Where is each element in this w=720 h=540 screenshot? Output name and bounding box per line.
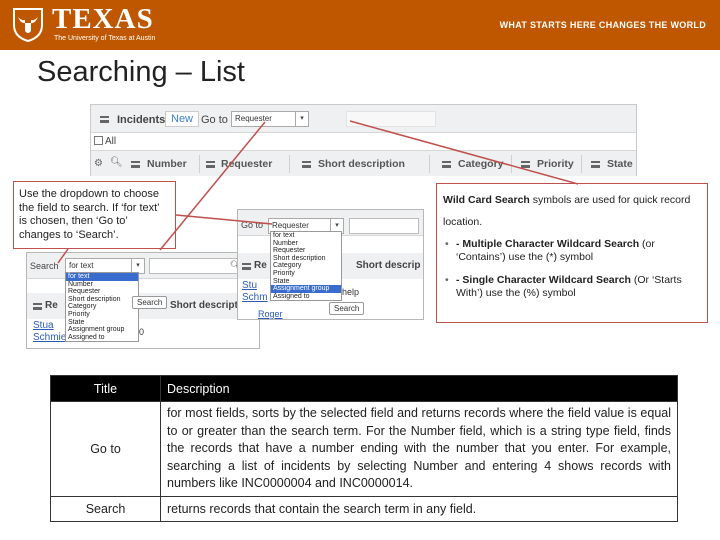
callout-pointer-lines [57,120,579,264]
pointer-line [159,121,266,251]
pointer-line [57,248,69,264]
pointer-line [349,120,579,185]
pointer-line [175,214,273,225]
